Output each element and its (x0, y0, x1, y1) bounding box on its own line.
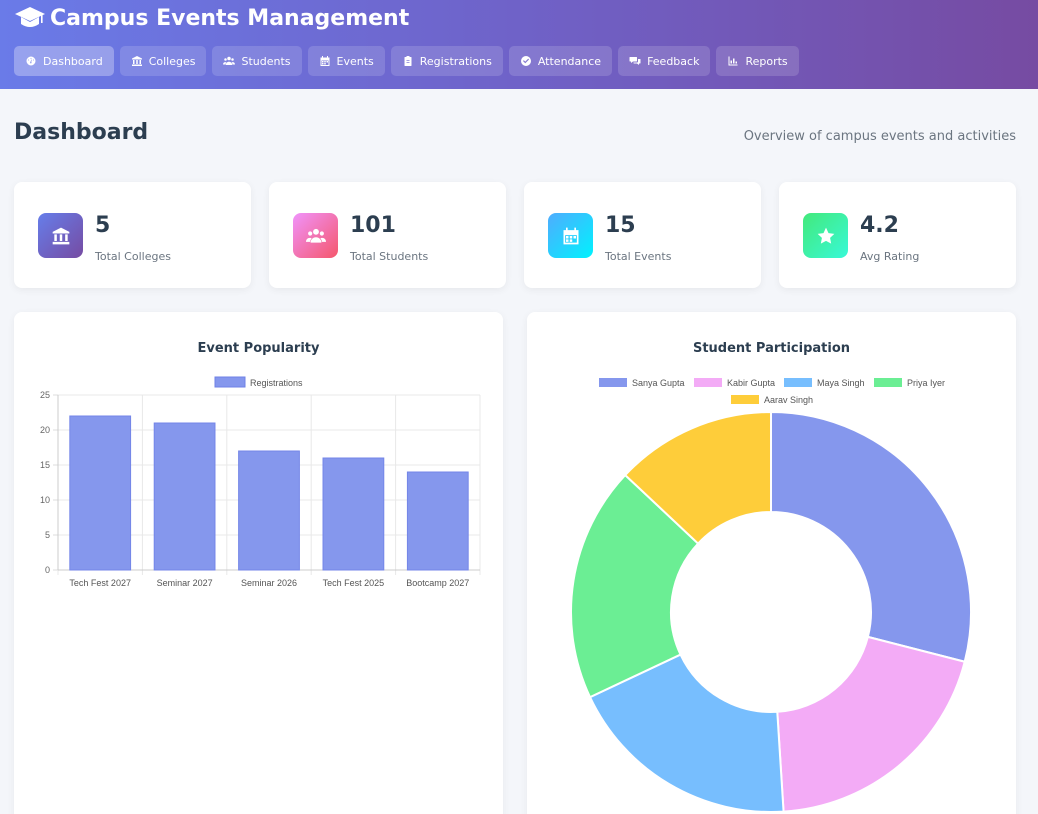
app-header: Campus Events Management Dashboard Colleg… (0, 0, 1038, 89)
university-icon (131, 56, 142, 66)
main-nav: Dashboard Colleges Students Events Registrat… (14, 46, 799, 76)
nav-label: Colleges (148, 54, 196, 68)
legend-label: Kabir Gupta (727, 378, 775, 388)
legend-label: Priya Iyer (907, 378, 945, 388)
nav-attendance-button[interactable]: Attendance (508, 46, 613, 76)
nav-label: Reports (745, 54, 788, 68)
legend-swatch (599, 378, 627, 387)
legend-swatch (874, 378, 902, 387)
legend-label: Maya Singh (817, 378, 865, 388)
x-tick-label: Seminar 2027 (157, 578, 213, 588)
check-circle-icon (520, 56, 531, 66)
page-title: Dashboard (14, 120, 149, 145)
legend-swatch (214, 376, 246, 388)
nav-dashboard-button[interactable]: Dashboard (14, 46, 114, 76)
nav-label: Students (241, 54, 291, 68)
nav-colleges-button[interactable]: Colleges (119, 46, 207, 76)
legend-label: Aarav Singh (764, 395, 813, 405)
app-title: Campus Events Management (50, 5, 410, 31)
stat-icon-box (803, 213, 848, 258)
star-icon (817, 227, 834, 244)
y-tick-label: 20 (40, 425, 50, 435)
users-icon (223, 56, 236, 65)
university-icon (52, 227, 69, 244)
x-tick-label: Tech Fest 2027 (69, 578, 131, 588)
graduation-cap-icon (15, 7, 45, 27)
bar[interactable] (322, 457, 385, 571)
stat-label: Avg Rating (860, 250, 920, 263)
nav-label: Events (336, 54, 374, 68)
nav-events-button[interactable]: Events (307, 46, 385, 76)
student-participation-chart: Sanya Gupta Kabir Gupta Maya Singh Priya Iy… (570, 378, 972, 813)
page-subtitle: Overview of campus events and activities (743, 129, 1016, 144)
comments-icon (629, 57, 641, 65)
nav-registrations-button[interactable]: Registrations (390, 46, 503, 76)
nav-feedback-button[interactable]: Feedback (618, 46, 711, 76)
x-tick-label: Bootcamp 2027 (406, 578, 469, 588)
stat-label: Total Students (350, 250, 429, 263)
stat-card-avg-rating: 4.2 Avg Rating (779, 182, 1016, 288)
legend-label: Registrations (250, 378, 303, 388)
bar[interactable] (406, 471, 469, 571)
stat-value: 101 (350, 213, 396, 238)
stat-icon-box (293, 213, 338, 258)
bar[interactable] (238, 450, 300, 571)
stat-icon-box (548, 213, 593, 258)
y-tick-label: 5 (45, 530, 50, 540)
stat-value: 4.2 (860, 213, 899, 238)
stat-icon-box (38, 213, 83, 258)
student-participation-card: Student Participation Sanya Gupta Kabir G… (527, 312, 1016, 814)
stat-card-total-colleges: 5 Total Colleges (14, 182, 251, 288)
legend-label: Sanya Gupta (632, 378, 685, 388)
stat-label: Total Colleges (95, 250, 171, 263)
legend-swatch (731, 395, 759, 404)
donut-slice[interactable] (776, 635, 966, 813)
legend-swatch (694, 378, 722, 387)
bar[interactable] (69, 415, 132, 571)
clipboard-icon (404, 56, 412, 66)
stat-card-total-events: 15 Total Events (524, 182, 761, 288)
stat-card-total-students: 101 Total Students (269, 182, 506, 288)
nav-label: Attendance (537, 54, 602, 68)
chart-legend: Registrations (214, 376, 303, 388)
tachometer-icon (26, 56, 36, 66)
chart-legend: Sanya Gupta Kabir Gupta Maya Singh Priya Iy… (599, 378, 945, 405)
x-tick-label: Seminar 2026 (241, 578, 297, 588)
bar[interactable] (153, 422, 216, 571)
event-popularity-chart: Registrations 0 5 10 15 20 25 Tech Fest 2027 Sem… (40, 376, 481, 588)
event-popularity-card: Event Popularity Registrations 0 5 10 15 20 25… (14, 312, 503, 814)
y-tick-label: 15 (40, 460, 50, 470)
nav-label: Registrations (419, 54, 492, 68)
y-tick-label: 10 (40, 495, 50, 505)
calendar-icon (563, 227, 578, 244)
event-popularity-title: Event Popularity (197, 341, 320, 356)
y-tick-label: 0 (45, 565, 50, 575)
legend-swatch (784, 378, 812, 387)
stat-value: 5 (95, 213, 111, 238)
users-icon (305, 228, 326, 243)
app-brand: Campus Events Management (14, 4, 409, 32)
stat-label: Total Events (605, 250, 672, 263)
calendar-icon (320, 56, 330, 66)
nav-label: Dashboard (43, 54, 103, 68)
donut-slice[interactable] (770, 410, 972, 663)
student-participation-title: Student Participation (692, 341, 851, 356)
nav-label: Feedback (647, 54, 700, 68)
chart-icon (728, 56, 738, 66)
y-tick-label: 25 (40, 390, 50, 400)
nav-students-button[interactable]: Students (212, 46, 302, 76)
nav-reports-button[interactable]: Reports (716, 46, 799, 76)
stat-value: 15 (605, 213, 636, 238)
x-tick-label: Tech Fest 2025 (323, 578, 385, 588)
